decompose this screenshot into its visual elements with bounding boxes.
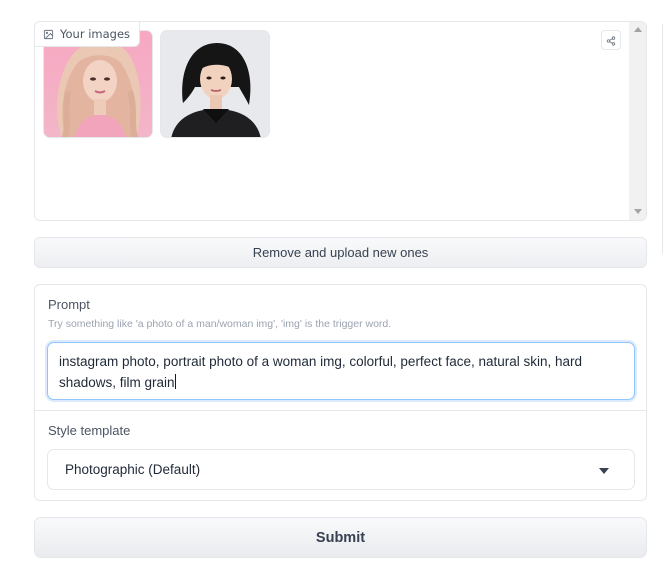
style-template-dropdown[interactable]: Photographic (Default)	[47, 449, 635, 490]
divider	[35, 410, 646, 411]
prompt-info-text: Try something like 'a photo of a man/wom…	[48, 318, 392, 330]
image-icon	[43, 29, 54, 40]
submit-button[interactable]: Submit	[34, 517, 647, 558]
style-template-selected: Photographic (Default)	[65, 462, 201, 477]
prompt-label: Prompt	[48, 297, 90, 312]
share-button[interactable]	[601, 30, 621, 50]
gallery-thumbnail-2[interactable]	[160, 30, 270, 138]
style-template-label: Style template	[48, 423, 131, 438]
chevron-down-icon	[599, 468, 609, 474]
gallery-label-text: Your images	[60, 27, 131, 41]
gallery-label: Your images	[35, 22, 141, 47]
scroll-up-arrow-icon[interactable]	[634, 27, 642, 32]
form-panel: Prompt Try something like 'a photo of a …	[34, 284, 647, 501]
share-icon	[606, 31, 616, 50]
prompt-text: instagram photo, portrait photo of a wom…	[59, 354, 583, 390]
remove-and-upload-button[interactable]: Remove and upload new ones	[34, 237, 647, 268]
prompt-textarea[interactable]: instagram photo, portrait photo of a wom…	[47, 342, 635, 400]
text-caret	[174, 374, 176, 389]
scroll-down-arrow-icon[interactable]	[634, 209, 642, 214]
gallery-scrollbar[interactable]	[629, 22, 646, 220]
uploaded-images-gallery: Your images	[34, 21, 647, 221]
